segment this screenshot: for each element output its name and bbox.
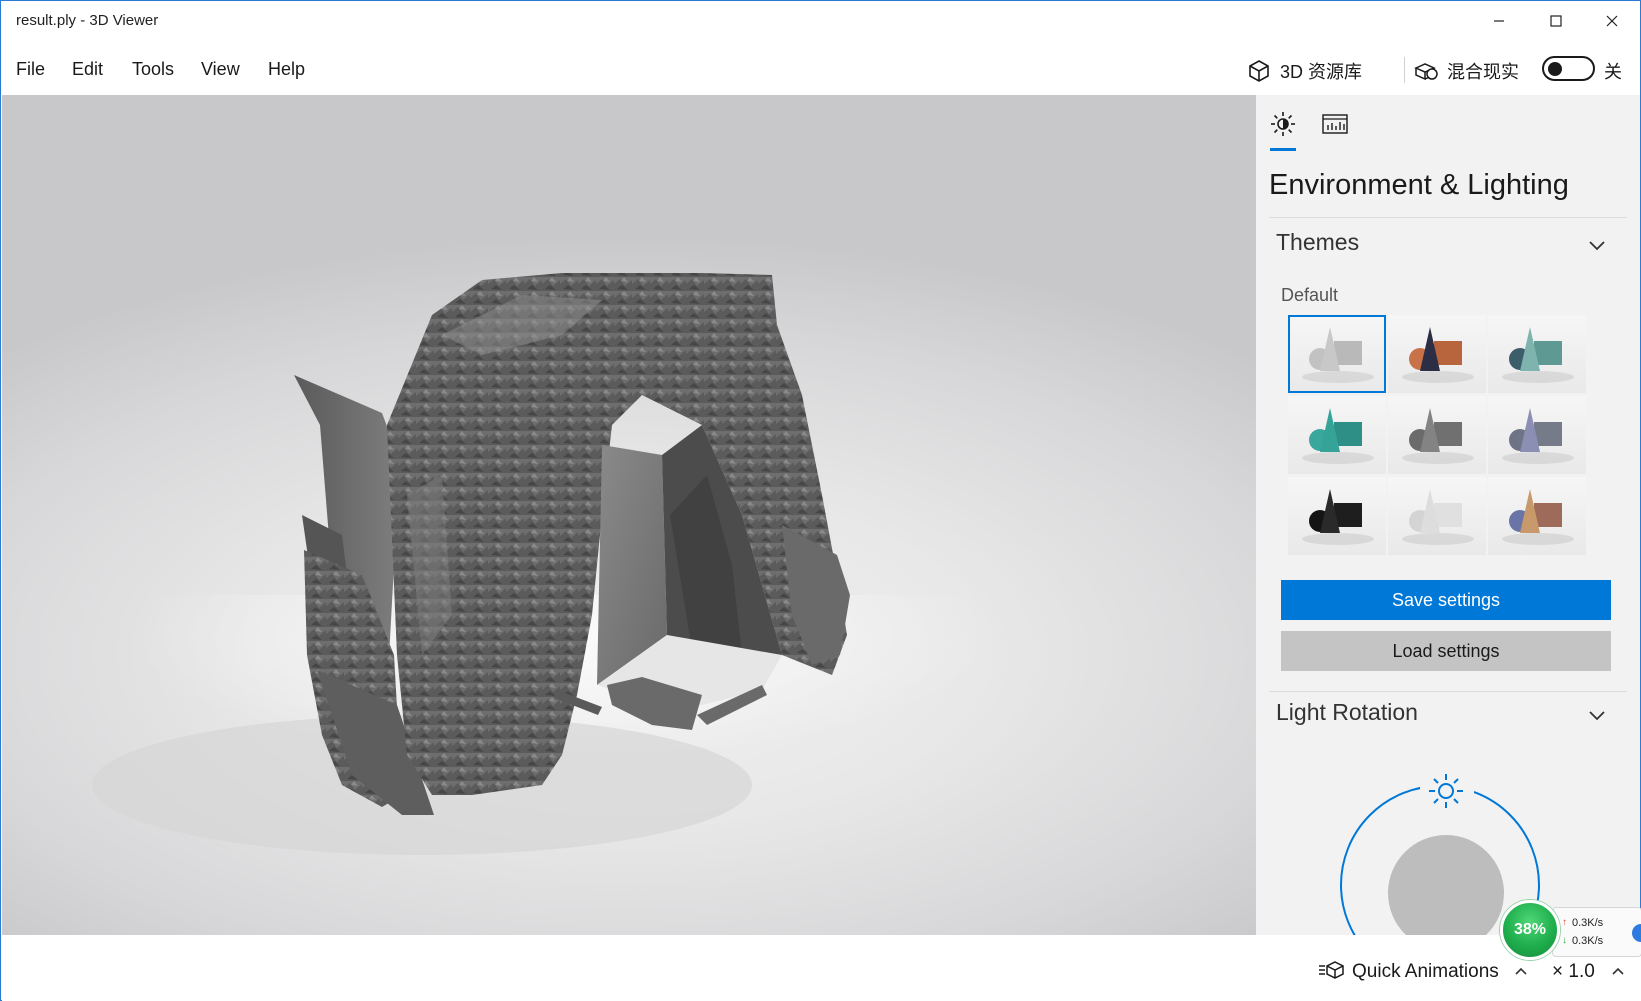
theme-thumbnail[interactable] xyxy=(1388,396,1486,474)
theme-thumbnail[interactable] xyxy=(1288,396,1386,474)
theme-thumbnail[interactable] xyxy=(1388,477,1486,555)
tab-environment-lighting[interactable] xyxy=(1264,109,1302,139)
upload-arrow-icon: ↑ xyxy=(1562,917,1567,928)
light-rotation-header[interactable]: Light Rotation xyxy=(1276,699,1418,726)
panel-title: Environment & Lighting xyxy=(1269,169,1569,201)
3d-viewport[interactable] xyxy=(2,95,1256,935)
theme-thumbnail[interactable] xyxy=(1488,477,1586,555)
download-arrow-icon: ↓ xyxy=(1562,935,1567,946)
bottom-bar: Quick Animations × 1.0 xyxy=(2,935,1641,1001)
active-tab-indicator xyxy=(1270,148,1296,151)
theme-preview-shapes xyxy=(1502,327,1574,383)
mixed-reality-icon xyxy=(1414,63,1438,81)
toggle-state-label: 关 xyxy=(1604,62,1622,82)
theme-thumbnail[interactable] xyxy=(1288,315,1386,393)
window-title: result.ply - 3D Viewer xyxy=(16,12,159,29)
app-window: result.ply - 3D Viewer File Edit Tools V… xyxy=(0,0,1641,1001)
toggle-knob xyxy=(1548,61,1562,76)
memory-usage-ball[interactable]: 38% xyxy=(1500,900,1560,960)
3d-model xyxy=(92,273,850,855)
menu-view[interactable]: View xyxy=(201,59,240,80)
chevron-down-icon[interactable] xyxy=(1586,234,1608,256)
menu-file[interactable]: File xyxy=(16,59,45,80)
download-speed: 0.3K/s xyxy=(1572,935,1604,947)
mixed-reality-label: 混合现实 xyxy=(1447,62,1519,82)
tab-stats[interactable] xyxy=(1316,109,1354,139)
menu-bar: File Edit Tools View Help xyxy=(1,49,1640,93)
theme-thumbnail[interactable] xyxy=(1488,315,1586,393)
toolbar-divider xyxy=(1404,57,1405,83)
divider xyxy=(1269,217,1627,218)
maximize-icon xyxy=(1550,15,1562,27)
side-panel: Environment & Lighting Themes Default Sa… xyxy=(1256,95,1640,935)
sun-icon xyxy=(1271,112,1295,136)
theme-preview-shapes xyxy=(1302,327,1374,383)
menu-tools[interactable]: Tools xyxy=(132,59,174,80)
theme-preview-shapes xyxy=(1402,489,1474,545)
memory-usage-percent: 38% xyxy=(1513,921,1547,938)
theme-preview-shapes xyxy=(1302,408,1374,464)
mixed-reality-toggle[interactable] xyxy=(1542,56,1595,81)
load-settings-button[interactable]: Load settings xyxy=(1281,631,1611,671)
3d-library-label: 3D 资源库 xyxy=(1280,62,1363,82)
theme-thumbnail[interactable] xyxy=(1388,315,1486,393)
title-bar: result.ply - 3D Viewer xyxy=(1,1,1640,41)
menu-help[interactable]: Help xyxy=(268,59,305,80)
network-speed-widget[interactable]: ↑ ↓ 0.3K/s 0.3K/s 38% xyxy=(1500,900,1641,966)
3d-library-button[interactable]: 3D 资源库 xyxy=(1246,49,1362,93)
theme-thumbnail[interactable] xyxy=(1488,396,1586,474)
theme-preview-shapes xyxy=(1502,408,1574,464)
theme-preview-shapes xyxy=(1402,408,1474,464)
theme-thumbnail[interactable] xyxy=(1288,477,1386,555)
upload-speed: 0.3K/s xyxy=(1572,917,1604,929)
theme-preview-shapes xyxy=(1402,327,1474,383)
minimize-icon xyxy=(1494,20,1504,22)
theme-preview-shapes xyxy=(1502,489,1574,545)
divider xyxy=(1269,691,1627,692)
close-icon xyxy=(1606,15,1618,27)
theme-group-label: Default xyxy=(1281,285,1339,305)
theme-preview-shapes xyxy=(1302,489,1374,545)
mixed-reality-button[interactable]: 混合现实 xyxy=(1413,49,1519,93)
menu-edit[interactable]: Edit xyxy=(72,59,103,80)
close-button[interactable] xyxy=(1584,1,1640,41)
maximize-button[interactable] xyxy=(1528,1,1584,41)
animation-icon xyxy=(1319,961,1344,979)
light-handle-sun-icon[interactable] xyxy=(1426,771,1466,811)
stats-chart-icon xyxy=(1322,114,1348,134)
themes-header[interactable]: Themes xyxy=(1276,229,1359,256)
cube-icon xyxy=(1249,60,1269,82)
chevron-down-icon[interactable] xyxy=(1586,704,1608,726)
quick-animations-button[interactable]: Quick Animations xyxy=(1352,961,1499,983)
save-settings-button[interactable]: Save settings xyxy=(1281,580,1611,620)
network-speed-box xyxy=(1552,907,1641,957)
minimize-button[interactable] xyxy=(1471,1,1527,41)
